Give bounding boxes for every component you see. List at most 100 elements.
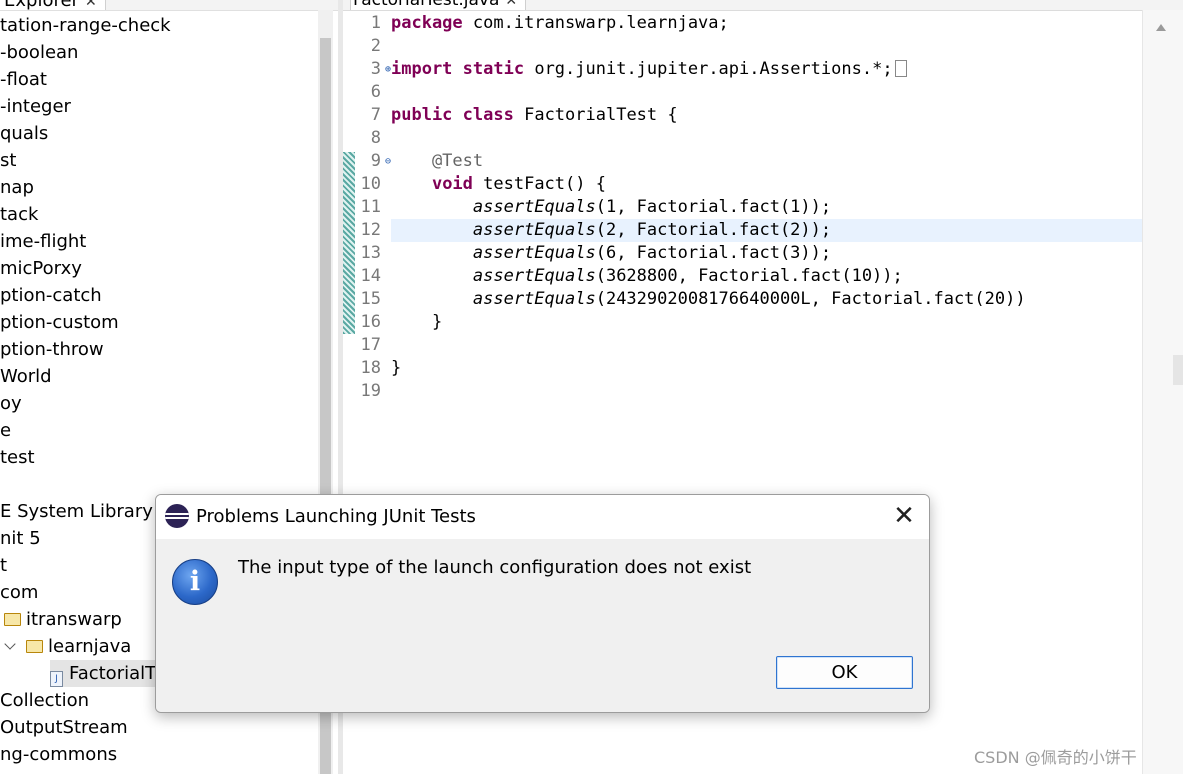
problems-launching-dialog: Problems Launching JUnit Tests ✕ i The i… xyxy=(155,494,930,713)
line-number: 12 xyxy=(360,220,381,240)
tree-item-label: tation-range-check xyxy=(0,15,171,36)
code-line[interactable]: assertEquals(3628800, Factorial.fact(10)… xyxy=(391,265,1151,288)
tree-item[interactable]: ption-custom xyxy=(0,309,119,336)
watermark: CSDN @佩奇的小饼干 xyxy=(974,748,1137,767)
line-number: 15 xyxy=(360,289,381,309)
tree-item[interactable]: J FactorialT xyxy=(50,660,161,687)
tree-item-label: -boolean xyxy=(0,42,79,63)
code-line-current[interactable]: assertEquals(2, Factorial.fact(2)); xyxy=(391,219,1151,242)
scroll-up-arrow-icon[interactable] xyxy=(1156,24,1166,31)
tree-item[interactable]: ng-commons xyxy=(0,741,117,768)
tree-item[interactable]: OutputStream xyxy=(0,714,128,741)
tree-item[interactable]: E System Library [j xyxy=(0,498,171,525)
tree-item-label: test xyxy=(0,447,35,468)
tree-item-label: ption-throw xyxy=(0,339,104,360)
tree-item[interactable]: tack xyxy=(0,201,38,228)
tree-item[interactable]: learnjava xyxy=(4,633,131,660)
code-line-empty[interactable] xyxy=(391,35,1151,58)
tree-item[interactable]: -boolean xyxy=(0,39,78,66)
tree-item[interactable]: st xyxy=(0,147,16,174)
keyword: import xyxy=(391,59,453,79)
code-text: (2, Factorial.fact(2)); xyxy=(595,220,832,240)
code-line-empty[interactable] xyxy=(391,127,1151,150)
folder-icon xyxy=(26,640,43,653)
line-number: 1 xyxy=(370,13,381,33)
chevron-down-icon[interactable] xyxy=(4,638,16,650)
code-line-empty[interactable] xyxy=(391,334,1151,357)
tree-item-label: micPorxy xyxy=(0,258,82,279)
code-line[interactable]: void testFact() { xyxy=(391,173,1151,196)
code-line-empty[interactable] xyxy=(391,380,1151,403)
tree-item[interactable]: com xyxy=(0,579,38,606)
tree-item[interactable]: ption-throw xyxy=(0,336,104,363)
folded-region-icon[interactable] xyxy=(894,60,907,77)
code-line[interactable]: import static org.junit.jupiter.api.Asse… xyxy=(391,58,1151,81)
dialog-titlebar[interactable]: Problems Launching JUnit Tests ✕ xyxy=(156,495,929,539)
code-line[interactable]: assertEquals(6, Factorial.fact(3)); xyxy=(391,242,1151,265)
code-line[interactable]: } xyxy=(391,357,1151,380)
keyword: void xyxy=(431,174,473,194)
code-line[interactable]: } xyxy=(391,311,1151,334)
tree-item[interactable]: micPorxy xyxy=(0,255,82,282)
tree-item-label: ng-commons xyxy=(0,744,118,765)
line-number-text: 3 xyxy=(370,59,381,79)
tree-item[interactable]: oy xyxy=(0,390,22,417)
tree-item[interactable]: nap xyxy=(0,174,34,201)
tree-item[interactable]: itranswarp xyxy=(4,606,122,633)
tree-item-label: ime-flight xyxy=(0,231,87,252)
editor-tab-strip: FactorialTest.java ✕ xyxy=(343,0,1183,11)
line-number: 17 xyxy=(360,335,381,355)
tree-item[interactable]: e xyxy=(0,417,11,444)
tree-item[interactable]: -integer xyxy=(0,93,71,120)
line-number: 16 xyxy=(360,312,381,332)
eclipse-logo-icon xyxy=(165,504,189,528)
tree-item[interactable]: quals xyxy=(0,120,48,147)
tree-item-label: -float xyxy=(0,69,47,90)
tree-item[interactable]: World xyxy=(0,363,52,390)
ok-button[interactable]: OK xyxy=(776,656,913,689)
static-method-call: assertEquals xyxy=(472,289,596,309)
tree-item-label: -integer xyxy=(0,96,71,117)
tree-item[interactable]: test xyxy=(0,444,35,471)
keyword: static xyxy=(462,59,525,79)
tree-item[interactable]: ption-catch xyxy=(0,282,102,309)
explorer-tab-strip: Explorer ✕ xyxy=(0,0,343,11)
code-line-empty[interactable] xyxy=(391,81,1151,104)
line-number: 7 xyxy=(370,105,381,125)
tree-item[interactable]: t xyxy=(0,552,7,579)
code-line[interactable]: assertEquals(2432902008176640000L, Facto… xyxy=(391,288,1151,311)
code-text: (3628800, Factorial.fact(10)); xyxy=(595,266,903,286)
tree-item-label: OutputStream xyxy=(0,717,128,738)
tree-item[interactable]: Collection xyxy=(0,687,89,714)
close-icon[interactable]: ✕ xyxy=(505,0,517,9)
tree-item[interactable]: ime-flight xyxy=(0,228,86,255)
editor-vertical-scrollbar[interactable] xyxy=(1142,10,1183,774)
code-text: org.junit.jupiter.api.Assertions.*; xyxy=(524,59,893,79)
code-text-area[interactable]: package com.itranswarp.learnjava; import… xyxy=(391,12,1151,403)
keyword: class xyxy=(462,105,514,125)
line-number-folded: 3 ⊕ xyxy=(357,58,391,81)
tree-item[interactable]: tation-range-check xyxy=(0,12,171,39)
tree-item[interactable]: nit 5 xyxy=(0,525,41,552)
editor-tab-factorialtest[interactable]: FactorialTest.java ✕ xyxy=(350,0,527,10)
code-line[interactable]: assertEquals(1, Factorial.fact(1)); xyxy=(391,196,1151,219)
code-line[interactable]: public class FactorialTest { xyxy=(391,104,1151,127)
tree-item[interactable]: -float xyxy=(0,66,47,93)
tree-item-label: st xyxy=(0,150,17,171)
dialog-close-button[interactable]: ✕ xyxy=(879,495,929,539)
static-method-call: assertEquals xyxy=(472,266,596,286)
tree-item-label: oy xyxy=(0,393,22,414)
keyword: package xyxy=(391,13,463,33)
code-text: (2432902008176640000L, Factorial.fact(20… xyxy=(595,289,1026,309)
tree-item-label: E System Library [j xyxy=(0,501,171,522)
dialog-title: Problems Launching JUnit Tests xyxy=(196,506,476,527)
tree-item-label: World xyxy=(0,366,52,387)
code-line[interactable]: @Test xyxy=(391,150,1151,173)
static-method-call: assertEquals xyxy=(472,220,596,240)
explorer-tab[interactable]: Explorer ✕ xyxy=(0,0,106,10)
code-line[interactable]: package com.itranswarp.learnjava; xyxy=(391,12,1151,35)
explorer-tab-label: Explorer xyxy=(4,0,79,11)
close-icon[interactable]: ✕ xyxy=(85,0,97,10)
code-text: (6, Factorial.fact(3)); xyxy=(595,243,832,263)
